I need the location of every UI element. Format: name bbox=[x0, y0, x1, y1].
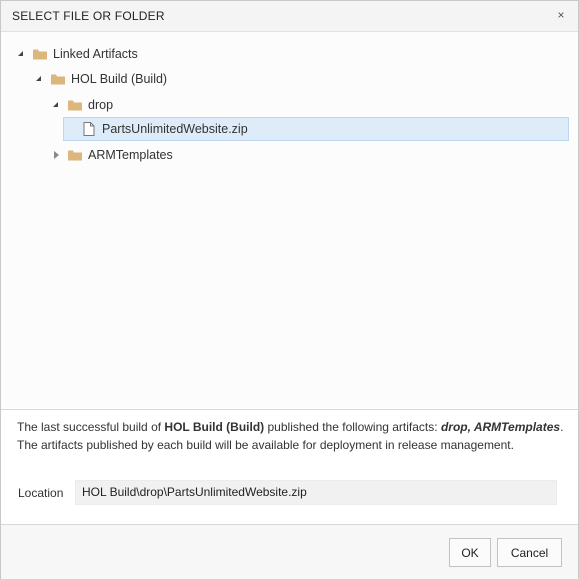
tree-node-label: PartsUnlimitedWebsite.zip bbox=[102, 122, 248, 136]
tree-node-label: Linked Artifacts bbox=[53, 47, 138, 61]
expand-caret-icon[interactable] bbox=[52, 100, 62, 110]
build-name: HOL Build (Build) bbox=[164, 420, 265, 434]
select-file-dialog: SELECT FILE OR FOLDER × Linked Artifacts… bbox=[0, 0, 579, 579]
dialog-title: SELECT FILE OR FOLDER bbox=[12, 9, 165, 23]
file-icon bbox=[83, 122, 95, 136]
artifact-tree: Linked Artifacts HOL Build (Build) drop … bbox=[1, 32, 578, 408]
location-label: Location bbox=[18, 486, 64, 500]
dialog-titlebar: SELECT FILE OR FOLDER × bbox=[1, 1, 578, 32]
description-text: The last successful build of bbox=[17, 420, 165, 434]
folder-icon bbox=[68, 100, 82, 111]
cancel-button[interactable]: Cancel bbox=[497, 538, 562, 567]
folder-icon bbox=[33, 49, 47, 60]
folder-icon bbox=[68, 150, 82, 161]
expand-caret-icon[interactable] bbox=[35, 74, 45, 84]
expand-caret-icon[interactable] bbox=[17, 49, 27, 59]
close-icon[interactable]: × bbox=[554, 8, 568, 22]
artifact-info-panel: The last successful build of HOL Build (… bbox=[1, 409, 578, 525]
tree-node-armtemplates[interactable]: ARMTemplates bbox=[52, 144, 173, 166]
description-text: published the following artifacts: bbox=[264, 420, 441, 434]
tree-node-partsunlimited-zip[interactable]: PartsUnlimitedWebsite.zip bbox=[63, 117, 569, 141]
artifact-names: drop, ARMTemplates bbox=[440, 420, 561, 434]
tree-node-label: HOL Build (Build) bbox=[71, 72, 168, 86]
tree-node-hol-build[interactable]: HOL Build (Build) bbox=[35, 68, 167, 90]
tree-node-label: drop bbox=[88, 98, 114, 112]
location-field: HOL Build\drop\PartsUnlimitedWebsite.zip bbox=[75, 480, 557, 505]
tree-node-linked-artifacts[interactable]: Linked Artifacts bbox=[17, 43, 138, 65]
dialog-button-bar: OK Cancel bbox=[1, 524, 578, 579]
ok-button[interactable]: OK bbox=[449, 538, 491, 567]
folder-icon bbox=[51, 74, 65, 85]
tree-node-drop[interactable]: drop bbox=[52, 94, 113, 116]
collapse-caret-icon[interactable] bbox=[52, 150, 62, 160]
tree-node-label: ARMTemplates bbox=[88, 148, 173, 162]
artifact-description: The last successful build of HOL Build (… bbox=[17, 418, 565, 454]
